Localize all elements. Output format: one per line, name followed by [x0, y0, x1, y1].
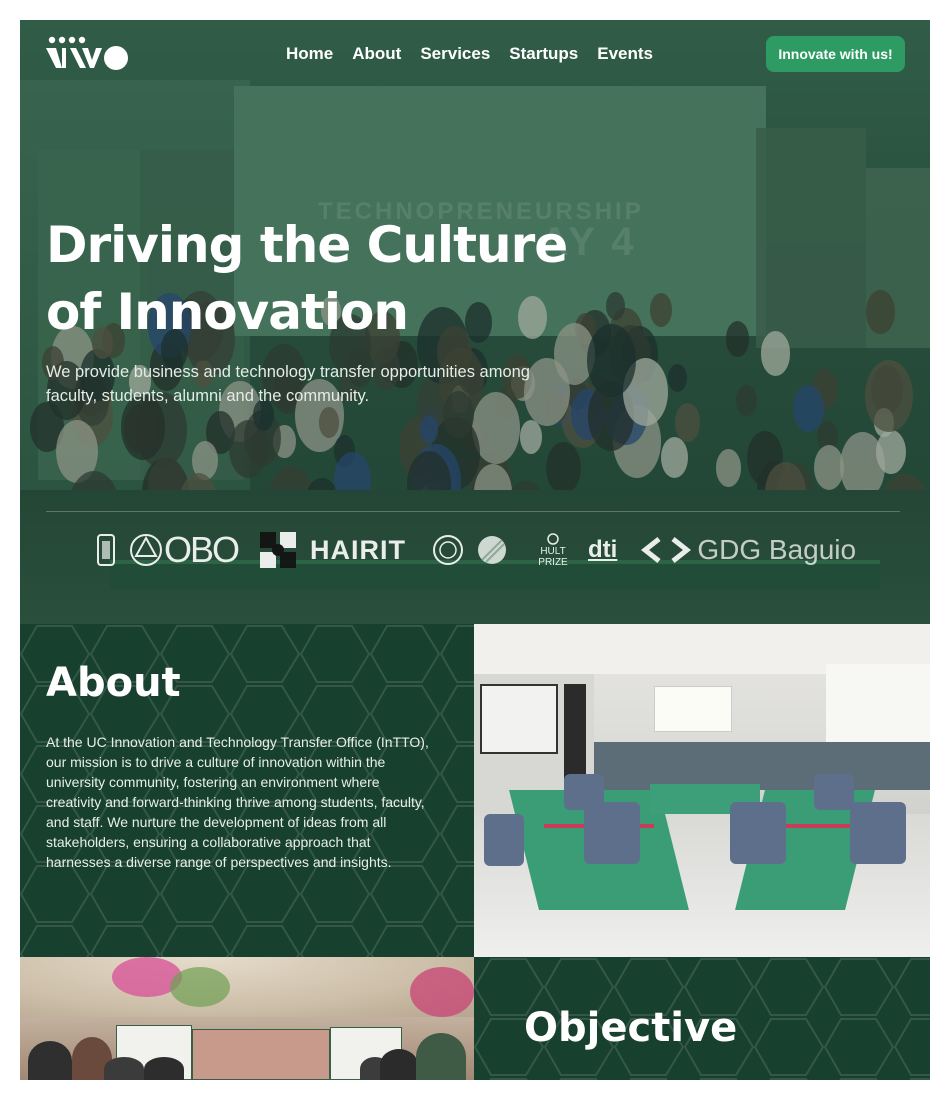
- nav-link-events[interactable]: Events: [597, 44, 653, 64]
- room-chair: [484, 814, 524, 866]
- room-projection: [654, 686, 732, 732]
- hero-divider: [46, 511, 900, 512]
- objective-section: Objective: [474, 957, 930, 1080]
- event-booth-photo: [20, 957, 474, 1080]
- nav-link-home[interactable]: Home: [286, 44, 333, 64]
- obo-logo-text: OBO: [164, 529, 240, 570]
- room-chair: [730, 802, 786, 864]
- room-whiteboard: [480, 684, 558, 754]
- hero-headline: Driving the Culture of Innovation: [46, 212, 666, 346]
- room-chair: [584, 802, 640, 864]
- innovate-with-us-button[interactable]: Innovate with us!: [766, 36, 905, 72]
- person: [380, 1049, 418, 1080]
- hero-headline-line2: of Innovation: [46, 283, 409, 341]
- hero-headline-line1: Driving the Culture: [46, 216, 568, 274]
- dti-logo: dti: [588, 536, 617, 564]
- uc-seal-icon: [96, 533, 116, 567]
- booth-banner: [192, 1029, 330, 1080]
- flower-decor: [410, 967, 474, 1017]
- room-chair: [814, 774, 854, 810]
- obo-logo: OBO: [128, 529, 240, 571]
- black-white-logo: [260, 532, 298, 568]
- objective-title: Objective: [524, 1005, 738, 1051]
- gdg-logo-text: GDG Baguio: [697, 534, 857, 565]
- nav-links: Home About Services Startups Events: [286, 44, 653, 64]
- hult-prize-logo: HULT PRIZE: [536, 532, 570, 568]
- hairit-logo: HAIRIT: [310, 535, 406, 566]
- page-frame: TECHNOPRENEURSHIP AY 4 Home About Servic…: [20, 20, 930, 1080]
- dti-logo-text: dti: [588, 536, 618, 563]
- sphere-logo: [476, 534, 508, 566]
- about-section: About At the UC Innovation and Technolog…: [20, 624, 474, 957]
- round-seal-icon: [432, 534, 464, 566]
- about-title: About: [46, 660, 181, 706]
- room-chair: [564, 774, 604, 810]
- partner-logos: OBO HAIRIT HULT PRIZE dti GDG Baguio: [96, 525, 856, 575]
- hero-subheading: We provide business and technology trans…: [46, 363, 530, 405]
- mall-ceiling: [20, 957, 474, 1017]
- about-body: At the UC Innovation and Technology Tran…: [46, 734, 429, 870]
- person: [28, 1041, 72, 1080]
- hairit-logo-text: HAIRIT: [310, 534, 407, 565]
- office-room-photo: [474, 624, 930, 957]
- hero-section: TECHNOPRENEURSHIP AY 4 Home About Servic…: [20, 20, 930, 624]
- gdg-logo: GDG Baguio: [641, 534, 856, 566]
- top-nav: Home About Services Startups Events Inno…: [20, 20, 930, 90]
- person: [104, 1057, 144, 1080]
- flower-decor: [170, 967, 230, 1007]
- nav-link-services[interactable]: Services: [420, 44, 490, 64]
- nav-link-about[interactable]: About: [352, 44, 401, 64]
- nav-link-startups[interactable]: Startups: [509, 44, 578, 64]
- person: [144, 1057, 184, 1080]
- room-wainscot: [594, 742, 930, 790]
- room-chair: [850, 802, 906, 864]
- intto-logo[interactable]: [46, 36, 130, 72]
- hult-prize-text: HULT PRIZE: [538, 546, 568, 568]
- person: [416, 1033, 466, 1080]
- room-notes-board: [826, 664, 930, 754]
